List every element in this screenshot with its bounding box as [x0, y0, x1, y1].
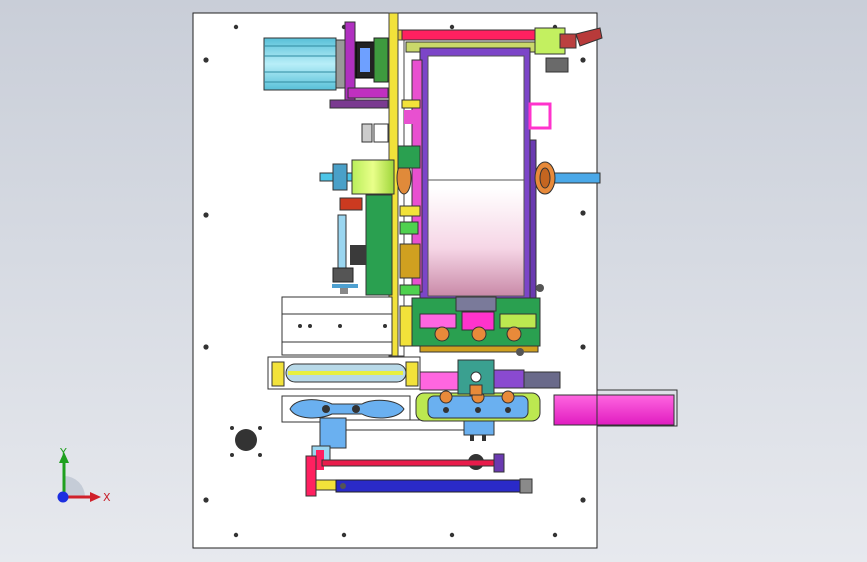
sensor-mount-block[interactable]	[281, 296, 393, 356]
y-axis-label: Y	[59, 446, 67, 459]
assembly-model[interactable]: X Y	[0, 0, 867, 562]
large-hole-left	[235, 429, 257, 451]
x-axis-label: X	[103, 491, 111, 504]
horizontal-slide[interactable]	[267, 356, 421, 390]
cad-graphics-viewport[interactable]: X Y	[0, 0, 867, 562]
winding-drum[interactable]	[411, 47, 531, 301]
origin-sphere-icon	[57, 491, 69, 503]
coordinate-triad-icon: X Y	[57, 446, 111, 504]
gripper-assembly-upper[interactable]	[411, 296, 541, 356]
output-chute[interactable]	[553, 394, 675, 426]
servo-motor[interactable]	[263, 37, 347, 91]
